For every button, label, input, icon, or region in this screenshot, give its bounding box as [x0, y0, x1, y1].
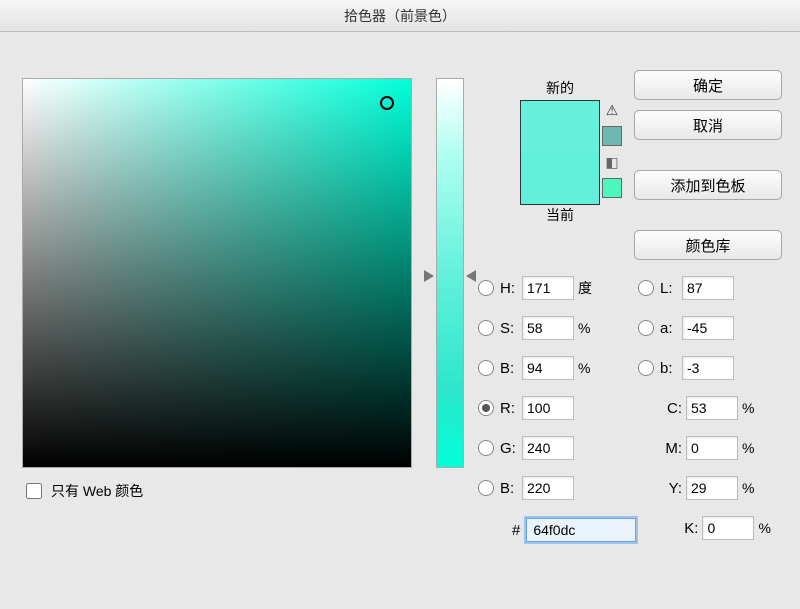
- hue-strip[interactable]: [436, 78, 464, 468]
- window-title: 拾色器（前景色）: [0, 0, 800, 32]
- input-hex[interactable]: [526, 518, 636, 542]
- unit-s: %: [578, 320, 598, 336]
- input-k[interactable]: [702, 516, 754, 540]
- input-h[interactable]: [522, 276, 574, 300]
- input-c[interactable]: [686, 396, 738, 420]
- cube-icon[interactable]: ◧: [602, 152, 622, 172]
- unit-m: %: [742, 440, 762, 456]
- ok-button[interactable]: 确定: [634, 70, 782, 100]
- radio-h[interactable]: [478, 280, 494, 296]
- hue-arrow-left-icon: [424, 270, 434, 282]
- input-l[interactable]: [682, 276, 734, 300]
- nearest-swatch-2[interactable]: [602, 178, 622, 198]
- hue-arrow-right-icon: [466, 270, 476, 282]
- radio-s[interactable]: [478, 320, 494, 336]
- input-bv[interactable]: [522, 356, 574, 380]
- radio-r[interactable]: [478, 400, 494, 416]
- label-s: S:: [500, 320, 522, 337]
- unit-h: 度: [578, 278, 598, 298]
- current-color-swatch[interactable]: [521, 153, 599, 205]
- label-b-lab: b:: [660, 360, 682, 377]
- new-color-label: 新的: [500, 78, 620, 98]
- web-only-text: 只有 Web 颜色: [51, 481, 143, 501]
- input-g[interactable]: [522, 436, 574, 460]
- label-k: K:: [674, 520, 698, 537]
- input-y[interactable]: [686, 476, 738, 500]
- radio-bv[interactable]: [478, 360, 494, 376]
- label-r: R:: [500, 400, 522, 417]
- color-preview: [520, 100, 600, 205]
- hex-label: #: [512, 522, 520, 539]
- add-to-swatch-button[interactable]: 添加到色板: [634, 170, 782, 200]
- radio-g[interactable]: [478, 440, 494, 456]
- input-r[interactable]: [522, 396, 574, 420]
- label-a: a:: [660, 320, 682, 337]
- label-bv: B:: [500, 360, 522, 377]
- web-only-checkbox-label[interactable]: 只有 Web 颜色: [22, 480, 143, 502]
- radio-l[interactable]: [638, 280, 654, 296]
- current-color-label: 当前: [500, 205, 620, 225]
- label-g: G:: [500, 440, 522, 457]
- label-c: C:: [658, 400, 682, 417]
- unit-c: %: [742, 400, 762, 416]
- nearest-swatch-1[interactable]: [602, 126, 622, 146]
- label-h: H:: [500, 280, 522, 297]
- unit-k: %: [758, 520, 778, 536]
- label-m: M:: [658, 440, 682, 457]
- warning-icon[interactable]: ⚠: [602, 100, 622, 120]
- input-a[interactable]: [682, 316, 734, 340]
- radio-b-lab[interactable]: [638, 360, 654, 376]
- radio-a[interactable]: [638, 320, 654, 336]
- label-l: L:: [660, 280, 682, 297]
- input-bb[interactable]: [522, 476, 574, 500]
- radio-bb[interactable]: [478, 480, 494, 496]
- label-bb: B:: [500, 480, 522, 497]
- color-field-indicator: [380, 96, 394, 110]
- input-s[interactable]: [522, 316, 574, 340]
- color-field[interactable]: [22, 78, 412, 468]
- unit-y: %: [742, 480, 762, 496]
- label-y: Y:: [658, 480, 682, 497]
- color-library-button[interactable]: 颜色库: [634, 230, 782, 260]
- new-color-swatch[interactable]: [521, 101, 599, 153]
- input-b-lab[interactable]: [682, 356, 734, 380]
- unit-bv: %: [578, 360, 598, 376]
- input-m[interactable]: [686, 436, 738, 460]
- cancel-button[interactable]: 取消: [634, 110, 782, 140]
- web-only-checkbox[interactable]: [26, 483, 42, 499]
